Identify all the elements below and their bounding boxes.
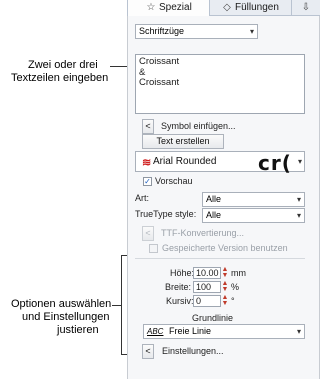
tab-bar: ☆ Spezial ◇ Füllungen ⇩	[127, 0, 320, 16]
ttf-collapse-button: <	[142, 226, 154, 241]
settings-collapse-button[interactable]: <	[142, 344, 154, 359]
height-label: Höhe:	[170, 268, 195, 278]
font-name: Arial Rounded	[153, 156, 217, 167]
chevron-down-icon: ▾	[297, 157, 302, 166]
ttf-conversion-link: TTF-Konvertierung...	[161, 228, 245, 238]
saved-version-checkbox	[149, 244, 158, 253]
italic-unit: °	[231, 296, 235, 306]
italic-field[interactable]: 0	[193, 295, 221, 307]
tab-more[interactable]: ⇩	[292, 0, 320, 16]
font-selector[interactable]: ≋ Arial Rounded cr( ▾	[135, 151, 305, 175]
width-field[interactable]: 100	[193, 281, 221, 293]
preview-label: Vorschau	[155, 176, 193, 186]
baseline-label: Grundlinie	[192, 313, 234, 323]
saved-version-label: Gespeicherte Version benutzen	[162, 243, 288, 253]
art-select[interactable]: Alle ▾	[202, 192, 305, 207]
chevron-down-icon: ▾	[296, 195, 301, 204]
width-stepper[interactable]: ▲ ▼	[221, 280, 229, 293]
callout-bottom-line3: justieren	[57, 324, 99, 336]
art-label: Art:	[135, 193, 150, 203]
callout-top-line1: Zwei oder drei	[28, 59, 98, 71]
callout-bracket-mid	[112, 305, 121, 306]
callout-bottom-line1: Optionen auswählen	[11, 298, 112, 310]
callout-bracket-vertical	[121, 255, 122, 355]
symbol-collapse-button[interactable]: <	[142, 119, 154, 134]
baseline-select-value: Freie Linie	[168, 326, 211, 336]
tab-fuellungen[interactable]: ◇ Füllungen	[210, 0, 292, 16]
font-type-icon: ≋	[142, 157, 152, 169]
create-text-button[interactable]: Text erstellen	[142, 134, 224, 149]
chevron-down-icon: ▾	[249, 27, 254, 36]
truetype-select-value: Alle	[206, 210, 222, 220]
tab-fuellungen-label: Füllungen	[235, 2, 279, 13]
truetype-select[interactable]: Alle ▾	[202, 208, 305, 223]
font-preview: cr(	[258, 151, 292, 175]
baseline-type-icon: ABC	[147, 327, 164, 336]
height-field[interactable]: 10.00	[193, 267, 221, 279]
text-input-area[interactable]: Croissant & Croissant	[135, 54, 305, 114]
star-icon: ☆	[146, 2, 156, 13]
symbol-insert-link[interactable]: Symbol einfügen...	[161, 121, 236, 132]
callout-bottom-line2: und Einstellungen	[22, 311, 110, 323]
type-select[interactable]: Schriftzüge ▾	[135, 24, 258, 39]
chevron-down-icon: ▾	[296, 211, 301, 220]
section-divider	[135, 258, 305, 259]
art-select-value: Alle	[206, 194, 222, 204]
width-unit: %	[231, 282, 240, 292]
settings-link[interactable]: Einstellungen...	[162, 346, 224, 357]
height-stepper[interactable]: ▲ ▼	[221, 266, 229, 279]
text-line-3: Croissant	[139, 77, 180, 88]
type-select-value: Schriftzüge	[139, 26, 185, 36]
height-unit: mm	[231, 268, 246, 278]
width-label: Breite:	[165, 282, 192, 292]
fill-icon: ◇	[223, 2, 231, 13]
italic-stepper[interactable]: ▲ ▼	[221, 294, 229, 307]
text-line-1: Croissant	[139, 56, 180, 67]
callout-top-line2: Textzeilen eingeben	[11, 72, 109, 84]
baseline-select[interactable]: ABC Freie Linie ▾	[143, 324, 305, 339]
chevron-down-icon: ▾	[296, 327, 301, 336]
tab-spezial[interactable]: ☆ Spezial	[127, 0, 210, 16]
pin-icon: ⇩	[301, 2, 311, 13]
preview-checkbox[interactable]: ✓	[143, 177, 152, 186]
italic-label: Kursiv:	[166, 296, 194, 306]
truetype-label: TrueType style:	[135, 209, 197, 219]
tab-spezial-label: Spezial	[159, 2, 192, 13]
